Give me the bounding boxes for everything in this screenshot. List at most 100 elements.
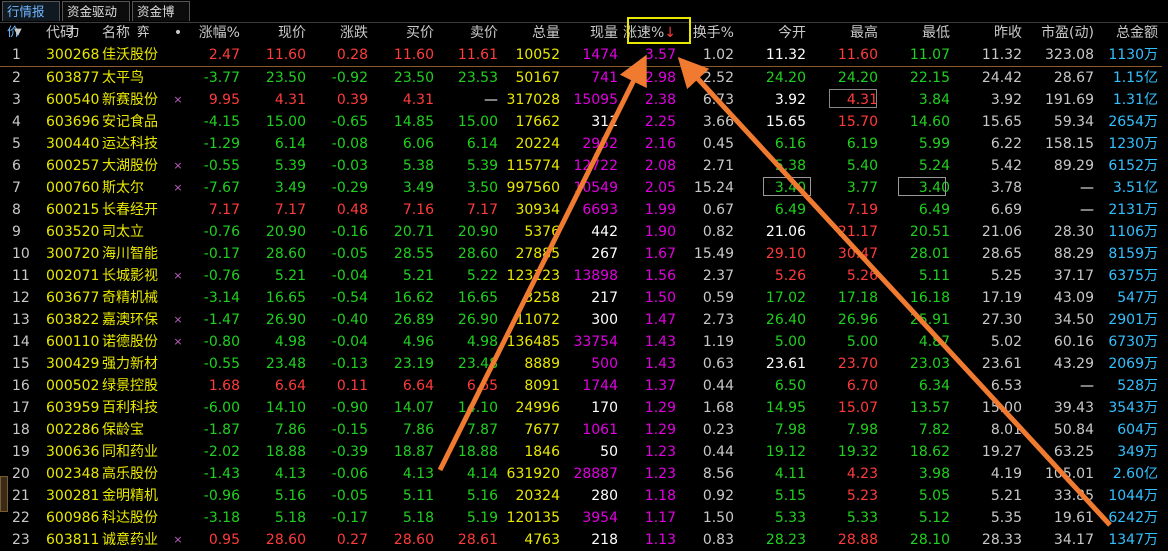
col-amount[interactable]: 总金额 xyxy=(1098,22,1162,44)
pct-change: -0.55 xyxy=(203,356,240,372)
total-amount: 349万 xyxy=(1117,444,1158,460)
table-row[interactable]: 8 600215 长春经开 7.17 7.17 0.48 7.16 7.17 30934 6693… xyxy=(0,199,1162,221)
pct-change: -0.80 xyxy=(203,334,240,350)
table-row[interactable]: 10 300720 海川智能 -0.17 28.60 -0.05 28.55 28.60 278… xyxy=(0,243,1162,265)
total-volume: 24996 xyxy=(515,400,560,416)
pe-ratio: — xyxy=(1080,378,1094,394)
open-price: 5.33 xyxy=(774,510,806,526)
col-open[interactable]: 今开 xyxy=(738,22,810,44)
side-panel-handle[interactable] xyxy=(0,476,8,512)
row-index: 18 xyxy=(12,422,30,438)
table-row[interactable]: 16 000502 绿景控股 1.68 6.64 0.11 6.64 6.65 8091 1744… xyxy=(0,375,1162,397)
sort-icon[interactable]: ▼ xyxy=(0,22,42,44)
mark-icon xyxy=(170,375,186,397)
col-low[interactable]: 最低 xyxy=(882,22,954,44)
table-row[interactable]: 3 600540 新赛股份 × 9.95 4.31 0.39 4.31 — 317028 15095… xyxy=(0,89,1162,111)
tab-fund-game[interactable]: 资金博弈 xyxy=(132,1,190,39)
stock-name: 保龄宝 xyxy=(102,422,144,438)
col-cur[interactable]: 现量 xyxy=(564,22,622,44)
tab-fund-drive[interactable]: 资金驱动力 xyxy=(62,1,130,39)
row-index: 5 xyxy=(12,136,21,152)
high-price: 23.70 xyxy=(837,356,878,372)
price: 28.60 xyxy=(265,532,306,548)
row-index: 10 xyxy=(12,246,30,262)
bid-price: 28.55 xyxy=(393,246,434,262)
turnover: 0.23 xyxy=(702,422,734,438)
pe-ratio: 43.09 xyxy=(1053,290,1094,306)
speed-header-highlight xyxy=(627,17,691,44)
table-row[interactable]: 5 300440 运达科技 -1.29 6.14 -0.08 6.06 6.14 20224 29… xyxy=(0,133,1162,155)
change: -0.08 xyxy=(331,136,368,152)
col-name[interactable]: 名称 xyxy=(102,22,170,44)
bid-price: 23.50 xyxy=(393,70,434,86)
total-volume: 11072 xyxy=(515,312,560,328)
table-row[interactable]: 20 002348 高乐股份 -1.43 4.13 -0.06 4.13 4.14 631920… xyxy=(0,463,1162,485)
table-row[interactable]: 9 603520 司太立 -0.76 20.90 -0.16 20.71 20.90 5376 4… xyxy=(0,221,1162,243)
high-price: 26.96 xyxy=(837,312,878,328)
tab-quotes[interactable]: 行情报价 xyxy=(2,1,60,39)
col-price[interactable]: 现价 xyxy=(244,22,310,44)
col-code[interactable]: 代码 xyxy=(42,22,102,44)
price: 15.00 xyxy=(265,114,306,130)
col-vol[interactable]: 总量 xyxy=(502,22,564,44)
table-row[interactable]: 21 300281 金明精机 -0.96 5.16 -0.05 5.11 5.16 20324 2… xyxy=(0,485,1162,507)
col-bid[interactable]: 买价 xyxy=(372,22,438,44)
table-row[interactable]: 1 300268 佳沃股份 2.47 11.60 0.28 11.60 11.61 10052 1… xyxy=(0,44,1162,67)
table-row[interactable]: 4 603696 安记食品 -4.15 15.00 -0.65 14.85 15.00 1766… xyxy=(0,111,1162,133)
ask-price: 3.50 xyxy=(466,180,498,196)
pe-ratio: 39.43 xyxy=(1053,400,1094,416)
table-row[interactable]: 23 603811 诚意药业 × 0.95 28.60 0.27 28.60 28.61 4763… xyxy=(0,529,1162,551)
current-volume: 218 xyxy=(591,532,618,548)
ask-price: 23.53 xyxy=(457,70,498,86)
speed: 2.05 xyxy=(644,180,676,196)
bid-price: 20.71 xyxy=(393,224,434,240)
turnover: 15.49 xyxy=(693,246,734,262)
col-chg[interactable]: 涨跌 xyxy=(310,22,372,44)
stock-code: 603811 xyxy=(46,532,100,548)
stock-code: 000502 xyxy=(46,378,100,394)
table-row[interactable]: 7 000760 斯太尔 × -7.67 3.49 -0.29 3.49 3.50 997560 1… xyxy=(0,177,1162,199)
row-index: 14 xyxy=(12,334,30,350)
stock-code: 600110 xyxy=(46,334,100,350)
table-row[interactable]: 15 300429 强力新材 -0.55 23.48 -0.13 23.19 23.48 888… xyxy=(0,353,1162,375)
table-row[interactable]: 6 600257 大湖股份 × -0.55 5.39 -0.03 5.38 5.39 115774… xyxy=(0,155,1162,177)
bid-price: 5.11 xyxy=(402,488,434,504)
price: 4.13 xyxy=(274,466,306,482)
mark-icon xyxy=(170,419,186,441)
table-row[interactable]: 17 603959 百利科技 -6.00 14.10 -0.90 14.07 14.10 249… xyxy=(0,397,1162,419)
stock-code: 300636 xyxy=(46,444,100,460)
ask-price: 7.17 xyxy=(466,202,498,218)
current-volume: 267 xyxy=(591,246,618,262)
table-row[interactable]: 19 300636 同和药业 -2.02 18.88 -0.39 18.87 18.88 184… xyxy=(0,441,1162,463)
col-pe[interactable]: 市盈(动) xyxy=(1026,22,1098,44)
prev-close: 19.27 xyxy=(981,444,1022,460)
row-index: 19 xyxy=(12,444,30,460)
table-row[interactable]: 2 603877 太平鸟 -3.77 23.50 -0.92 23.50 23.53 50167… xyxy=(0,67,1162,90)
table-row[interactable]: 11 002071 长城影视 × -0.76 5.21 -0.04 5.21 5.22 12312… xyxy=(0,265,1162,287)
stock-name: 金明精机 xyxy=(102,488,158,504)
col-ask[interactable]: 卖价 xyxy=(438,22,502,44)
table-row[interactable]: 12 603677 奇精机械 -3.14 16.65 -0.54 16.62 16.65 325… xyxy=(0,287,1162,309)
table-row[interactable]: 18 002286 保龄宝 -1.87 7.86 -0.15 7.86 7.87 7677 106… xyxy=(0,419,1162,441)
table-row[interactable]: 13 603822 嘉澳环保 × -1.47 26.90 -0.40 26.89 26.90 11… xyxy=(0,309,1162,331)
table-row[interactable]: 22 600986 科达股份 -3.18 5.18 -0.17 5.18 5.19 120135… xyxy=(0,507,1162,529)
table-row[interactable]: 14 600110 诺德股份 × -0.80 4.98 -0.04 4.96 4.98 13648… xyxy=(0,331,1162,353)
open-price: 11.32 xyxy=(738,44,810,67)
pct-change: -1.87 xyxy=(203,422,240,438)
col-pct[interactable]: 涨幅% xyxy=(186,22,244,44)
total-volume: 120135 xyxy=(506,510,560,526)
low-price: 28.10 xyxy=(909,532,950,548)
mark-icon xyxy=(170,485,186,507)
col-high[interactable]: 最高 xyxy=(810,22,882,44)
col-prev[interactable]: 昨收 xyxy=(954,22,1026,44)
open-price: 5.15 xyxy=(774,488,806,504)
current-volume: 500 xyxy=(591,356,618,372)
pct-change: -0.76 xyxy=(203,268,240,284)
current-volume: 28887 xyxy=(573,466,618,482)
open-price: 28.23 xyxy=(765,532,806,548)
pct-change: -0.76 xyxy=(203,224,240,240)
stock-code: 002348 xyxy=(46,466,100,482)
turnover: 1.19 xyxy=(702,334,734,350)
bid-price: 5.18 xyxy=(402,510,434,526)
current-volume: 50 xyxy=(600,444,618,460)
